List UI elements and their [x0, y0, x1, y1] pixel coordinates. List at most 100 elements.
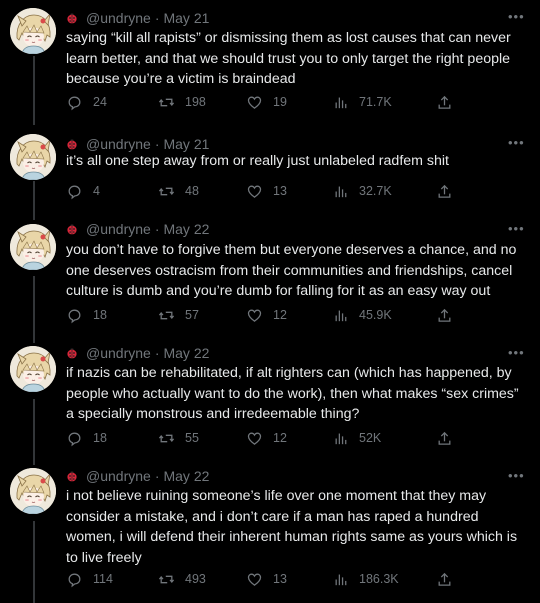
retweet-button[interactable]: 48: [158, 181, 199, 201]
tweet-header: @undryne · May 21: [66, 8, 209, 28]
more-options-icon[interactable]: •••: [508, 10, 524, 28]
avatar[interactable]: [10, 224, 56, 270]
like-count: 19: [273, 95, 287, 109]
ladybug-icon: [66, 223, 78, 235]
tweet-3[interactable]: @undryne · May 22 ••• you don’t have to …: [0, 220, 540, 343]
retweet-icon: [158, 307, 185, 324]
views-icon: [332, 430, 359, 447]
reply-button[interactable]: 18: [66, 428, 107, 448]
reply-count: 18: [93, 431, 107, 445]
user-handle[interactable]: @undryne: [86, 221, 151, 237]
reply-button[interactable]: 24: [66, 92, 107, 112]
retweet-button[interactable]: 493: [158, 569, 206, 589]
avatar[interactable]: [10, 8, 56, 54]
retweet-icon: [158, 94, 185, 111]
separator-dot: ·: [154, 345, 160, 361]
retweet-count: 493: [185, 572, 206, 586]
retweet-button[interactable]: 55: [158, 428, 199, 448]
ladybug-icon: [66, 470, 78, 482]
tweet-date[interactable]: May 22: [163, 221, 209, 237]
share-button[interactable]: [436, 305, 453, 325]
avatar[interactable]: [10, 134, 56, 180]
views-button[interactable]: 52K: [332, 428, 381, 448]
like-button[interactable]: 13: [246, 569, 287, 589]
share-button[interactable]: [436, 569, 453, 589]
view-count: 71.7K: [359, 95, 392, 109]
like-count: 12: [273, 431, 287, 445]
retweet-count: 57: [185, 308, 199, 322]
share-icon: [436, 430, 453, 447]
views-button[interactable]: 71.7K: [332, 92, 392, 112]
tweet-actions: 24 198 19 71.7K: [66, 92, 466, 112]
tweet-date[interactable]: May 22: [163, 345, 209, 361]
reply-button[interactable]: 4: [66, 181, 100, 201]
views-button[interactable]: 45.9K: [332, 305, 392, 325]
like-count: 13: [273, 184, 287, 198]
more-options-icon[interactable]: •••: [508, 346, 524, 364]
views-icon: [332, 307, 359, 324]
tweet-2[interactable]: @undryne · May 21 ••• it’s all one step …: [0, 125, 540, 220]
thread-connector: [33, 181, 35, 220]
user-handle[interactable]: @undryne: [86, 345, 151, 361]
tweet-actions: 4 48 13 32.7K: [66, 181, 466, 201]
share-icon: [436, 94, 453, 111]
tweet-date[interactable]: May 22: [163, 468, 209, 484]
like-button[interactable]: 12: [246, 305, 287, 325]
user-handle[interactable]: @undryne: [86, 10, 151, 26]
view-count: 52K: [359, 431, 382, 445]
retweet-count: 55: [185, 431, 199, 445]
retweet-button[interactable]: 198: [158, 92, 206, 112]
reply-icon: [66, 94, 93, 111]
reply-count: 24: [93, 95, 107, 109]
retweet-button[interactable]: 57: [158, 305, 199, 325]
views-icon: [332, 183, 359, 200]
heart-icon: [246, 183, 273, 200]
views-button[interactable]: 186.3K: [332, 569, 399, 589]
share-icon: [436, 307, 453, 324]
share-button[interactable]: [436, 428, 453, 448]
like-button[interactable]: 13: [246, 181, 287, 201]
avatar[interactable]: [10, 468, 56, 514]
separator-dot: ·: [154, 136, 160, 152]
tweet-5[interactable]: @undryne · May 22 ••• i not believe ruin…: [0, 465, 540, 603]
tweet-text: it’s all one step away from or really ju…: [66, 153, 449, 169]
tweet-thread: @undryne · May 21 ••• saying “kill all r…: [0, 0, 540, 603]
avatar[interactable]: [10, 346, 56, 392]
tweet-header: @undryne · May 22: [66, 466, 209, 486]
tweet-date[interactable]: May 21: [163, 10, 209, 26]
reply-icon: [66, 430, 93, 447]
ladybug-icon: [66, 12, 78, 24]
separator-dot: ·: [154, 10, 160, 26]
tweet-4[interactable]: @undryne · May 22 ••• if nazis can be re…: [0, 343, 540, 465]
user-handle[interactable]: @undryne: [86, 136, 151, 152]
share-button[interactable]: [436, 92, 453, 112]
heart-icon: [246, 94, 273, 111]
tweet-text: you don’t have to forgive them but every…: [66, 242, 517, 299]
more-options-icon[interactable]: •••: [508, 222, 524, 240]
tweet-text: i not believe ruining someone’s life ove…: [66, 488, 518, 566]
reply-button[interactable]: 18: [66, 305, 107, 325]
like-button[interactable]: 19: [246, 92, 287, 112]
separator-dot: ·: [154, 468, 160, 484]
heart-icon: [246, 430, 273, 447]
views-icon: [332, 94, 359, 111]
tweet-date[interactable]: May 21: [163, 136, 209, 152]
reply-icon: [66, 183, 93, 200]
retweet-icon: [158, 183, 185, 200]
tweet-1[interactable]: @undryne · May 21 ••• saying “kill all r…: [0, 0, 540, 125]
tweet-actions: 18 55 12 52K: [66, 428, 466, 448]
views-button[interactable]: 32.7K: [332, 181, 392, 201]
more-options-icon[interactable]: •••: [508, 469, 524, 487]
reply-button[interactable]: 114: [66, 569, 113, 589]
view-count: 32.7K: [359, 184, 392, 198]
view-count: 45.9K: [359, 308, 392, 322]
retweet-icon: [158, 571, 185, 588]
retweet-count: 198: [185, 95, 206, 109]
user-handle[interactable]: @undryne: [86, 468, 151, 484]
thread-connector: [33, 521, 35, 603]
heart-icon: [246, 571, 273, 588]
thread-connector: [33, 399, 35, 465]
like-button[interactable]: 12: [246, 428, 287, 448]
share-button[interactable]: [436, 181, 453, 201]
reply-icon: [66, 571, 93, 588]
